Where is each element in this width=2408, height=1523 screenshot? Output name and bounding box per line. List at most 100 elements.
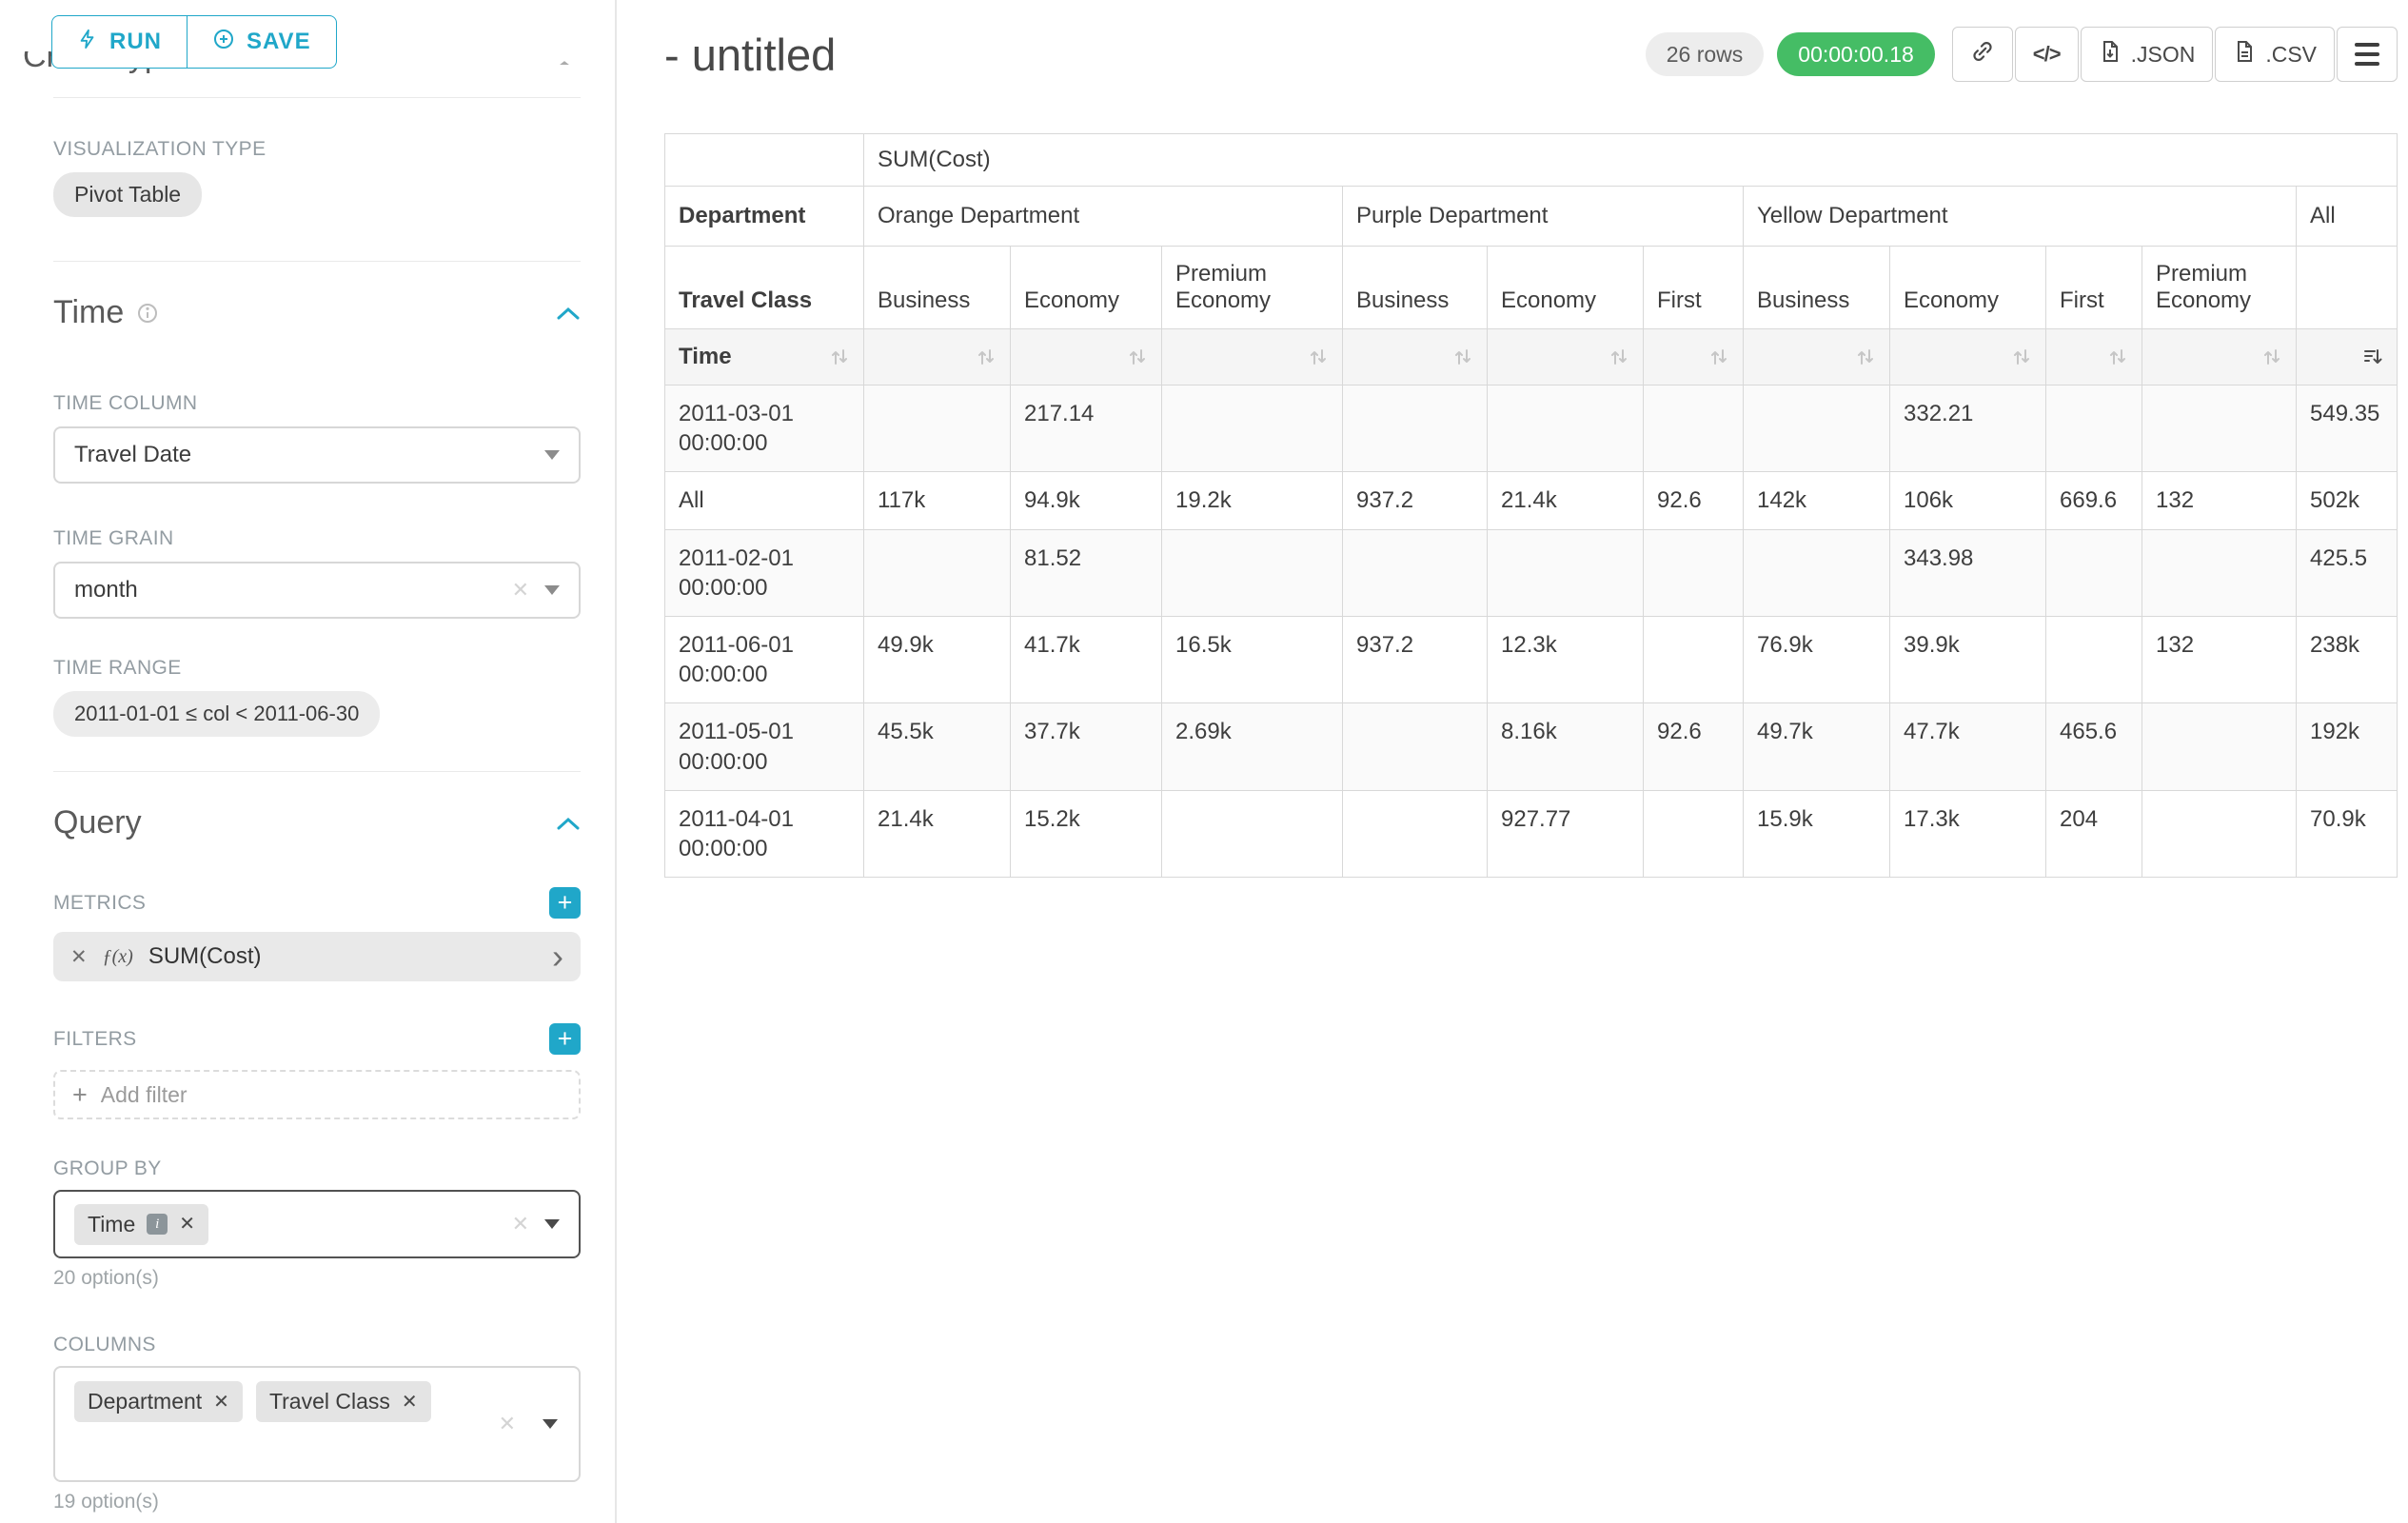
columns-label: COLUMNS (53, 1334, 581, 1356)
pivot-value-cell: 49.7k (1744, 703, 1890, 790)
query-section-header[interactable]: Query (53, 804, 581, 841)
sort-icon[interactable] (1855, 346, 1876, 367)
pivot-department-group-header: Purple Department (1343, 187, 1744, 247)
save-button-label: SAVE (247, 29, 311, 55)
add-filter-button[interactable]: + Add filter (53, 1070, 581, 1119)
columns-tokens: Department ✕ Travel Class ✕ (74, 1381, 560, 1422)
sort-icon[interactable] (2261, 346, 2282, 367)
pivot-travel-class-header: Economy (1488, 247, 1644, 329)
caret-down-icon[interactable] (543, 1419, 558, 1429)
sort-icon[interactable] (1708, 346, 1729, 367)
save-button[interactable]: SAVE (187, 15, 337, 69)
export-csv-button[interactable]: .CSV (2215, 27, 2335, 82)
export-json-label: .JSON (2131, 42, 2196, 68)
sort-icon[interactable] (1452, 346, 1473, 367)
pivot-department-group-header: All (2297, 187, 2398, 247)
sort-icon[interactable] (1127, 346, 1148, 367)
pivot-value-cell: 17.3k (1890, 790, 2046, 877)
export-json-button[interactable]: .JSON (2081, 27, 2214, 82)
caret-down-icon[interactable] (544, 450, 560, 460)
action-bar: RUN SAVE (51, 15, 337, 69)
columns-select[interactable]: Department ✕ Travel Class ✕ ✕ (53, 1366, 581, 1482)
menu-button[interactable] (2337, 27, 2398, 82)
time-section-header[interactable]: Time (53, 294, 581, 331)
time-range-pill[interactable]: 2011-01-01 ≤ col < 2011-06-30 (53, 691, 380, 737)
run-button[interactable]: RUN (51, 15, 188, 69)
pivot-value-cell: 937.2 (1343, 472, 1488, 529)
copy-link-button[interactable] (1952, 27, 2013, 82)
pivot-value-cell: 937.2 (1343, 616, 1488, 702)
chevron-up-icon[interactable] (552, 53, 577, 65)
function-icon: ƒ(x) (103, 946, 133, 968)
results-area: SUM(Cost)DepartmentOrange DepartmentPurp… (664, 133, 2398, 878)
pivot-value-cell: 132 (2142, 616, 2297, 702)
collapse-section-icon[interactable] (556, 816, 581, 831)
pivot-sort-cell (1744, 329, 1890, 386)
sort-desc-icon[interactable] (2362, 346, 2383, 367)
info-icon[interactable] (137, 303, 158, 324)
sort-icon[interactable] (976, 346, 997, 367)
clear-icon[interactable]: ✕ (512, 580, 529, 601)
remove-token-icon[interactable]: ✕ (402, 1393, 418, 1412)
pivot-value-cell: 502k (2297, 472, 2398, 529)
file-download-icon (2099, 39, 2122, 69)
caret-down-icon[interactable] (544, 585, 560, 595)
export-button-group: </> .JSON .CSV (1952, 27, 2398, 82)
pivot-data-row: 2011-04-01 00:00:0021.4k15.2k927.7715.9k… (665, 790, 2398, 877)
pivot-travel-class-header: Economy (1011, 247, 1162, 329)
chevron-right-icon[interactable]: › (552, 943, 563, 971)
pivot-value-cell: 16.5k (1162, 616, 1343, 702)
pivot-sort-cell (1343, 329, 1488, 386)
pivot-value-cell (2046, 386, 2142, 472)
remove-token-icon[interactable]: ✕ (213, 1393, 229, 1412)
clear-icon[interactable]: ✕ (499, 1414, 516, 1434)
remove-token-icon[interactable]: ✕ (179, 1215, 195, 1234)
pivot-travel-class-header: Economy (1890, 247, 2046, 329)
columns-token-department[interactable]: Department ✕ (74, 1381, 243, 1422)
visualization-type-pill[interactable]: Pivot Table (53, 172, 202, 217)
pivot-value-cell (1343, 790, 1488, 877)
pivot-value-cell: 15.2k (1011, 790, 1162, 877)
sort-icon[interactable] (2011, 346, 2032, 367)
pivot-sort-cell (1890, 329, 2046, 386)
collapse-section-icon[interactable] (556, 306, 581, 321)
add-metric-button[interactable]: + (549, 887, 581, 919)
pivot-value-cell (1488, 386, 1644, 472)
embed-code-button[interactable]: </> (2015, 27, 2079, 82)
sort-icon[interactable] (1308, 346, 1329, 367)
sort-icon[interactable] (1609, 346, 1629, 367)
menu-icon (2355, 43, 2379, 66)
remove-metric-icon[interactable]: ✕ (70, 947, 88, 967)
pivot-value-cell: 41.7k (1011, 616, 1162, 702)
time-column-select[interactable]: Travel Date (53, 426, 581, 484)
chart-title[interactable]: - untitled (664, 29, 836, 81)
caret-down-icon[interactable] (544, 1219, 560, 1229)
pivot-travel-class-header: Business (1343, 247, 1488, 329)
pivot-value-cell: 132 (2142, 472, 2297, 529)
clear-icon[interactable]: ✕ (512, 1214, 529, 1235)
group-by-token-label: Time (88, 1212, 135, 1237)
group-by-options-hint: 20 option(s) (53, 1267, 581, 1290)
pivot-value-cell (1343, 529, 1488, 616)
pivot-value-cell (1644, 790, 1744, 877)
columns-token-travel-class[interactable]: Travel Class ✕ (256, 1381, 431, 1422)
pivot-value-cell (1744, 529, 1890, 616)
add-filter-plus-button[interactable]: + (549, 1023, 581, 1055)
group-by-token[interactable]: Time i ✕ (74, 1204, 208, 1245)
add-filter-label: Add filter (101, 1082, 188, 1108)
time-section-title: Time (53, 294, 124, 331)
pivot-row-header: All (665, 472, 864, 529)
pivot-department-row: DepartmentOrange DepartmentPurple Depart… (665, 187, 2398, 247)
group-by-select[interactable]: Time i ✕ ✕ (53, 1190, 581, 1258)
time-grain-select[interactable]: month ✕ (53, 562, 581, 619)
pivot-value-cell (864, 386, 1011, 472)
run-button-label: RUN (109, 29, 162, 55)
pivot-row-header: 2011-03-01 00:00:00 (665, 386, 864, 472)
info-icon[interactable]: i (147, 1214, 168, 1235)
sort-icon[interactable] (2107, 346, 2128, 367)
pivot-value-cell: 76.9k (1744, 616, 1890, 702)
sort-icon[interactable] (829, 346, 850, 367)
metric-token[interactable]: ✕ ƒ(x) SUM(Cost) › (53, 932, 581, 981)
export-csv-label: .CSV (2265, 42, 2317, 68)
pivot-value-cell: 21.4k (864, 790, 1011, 877)
